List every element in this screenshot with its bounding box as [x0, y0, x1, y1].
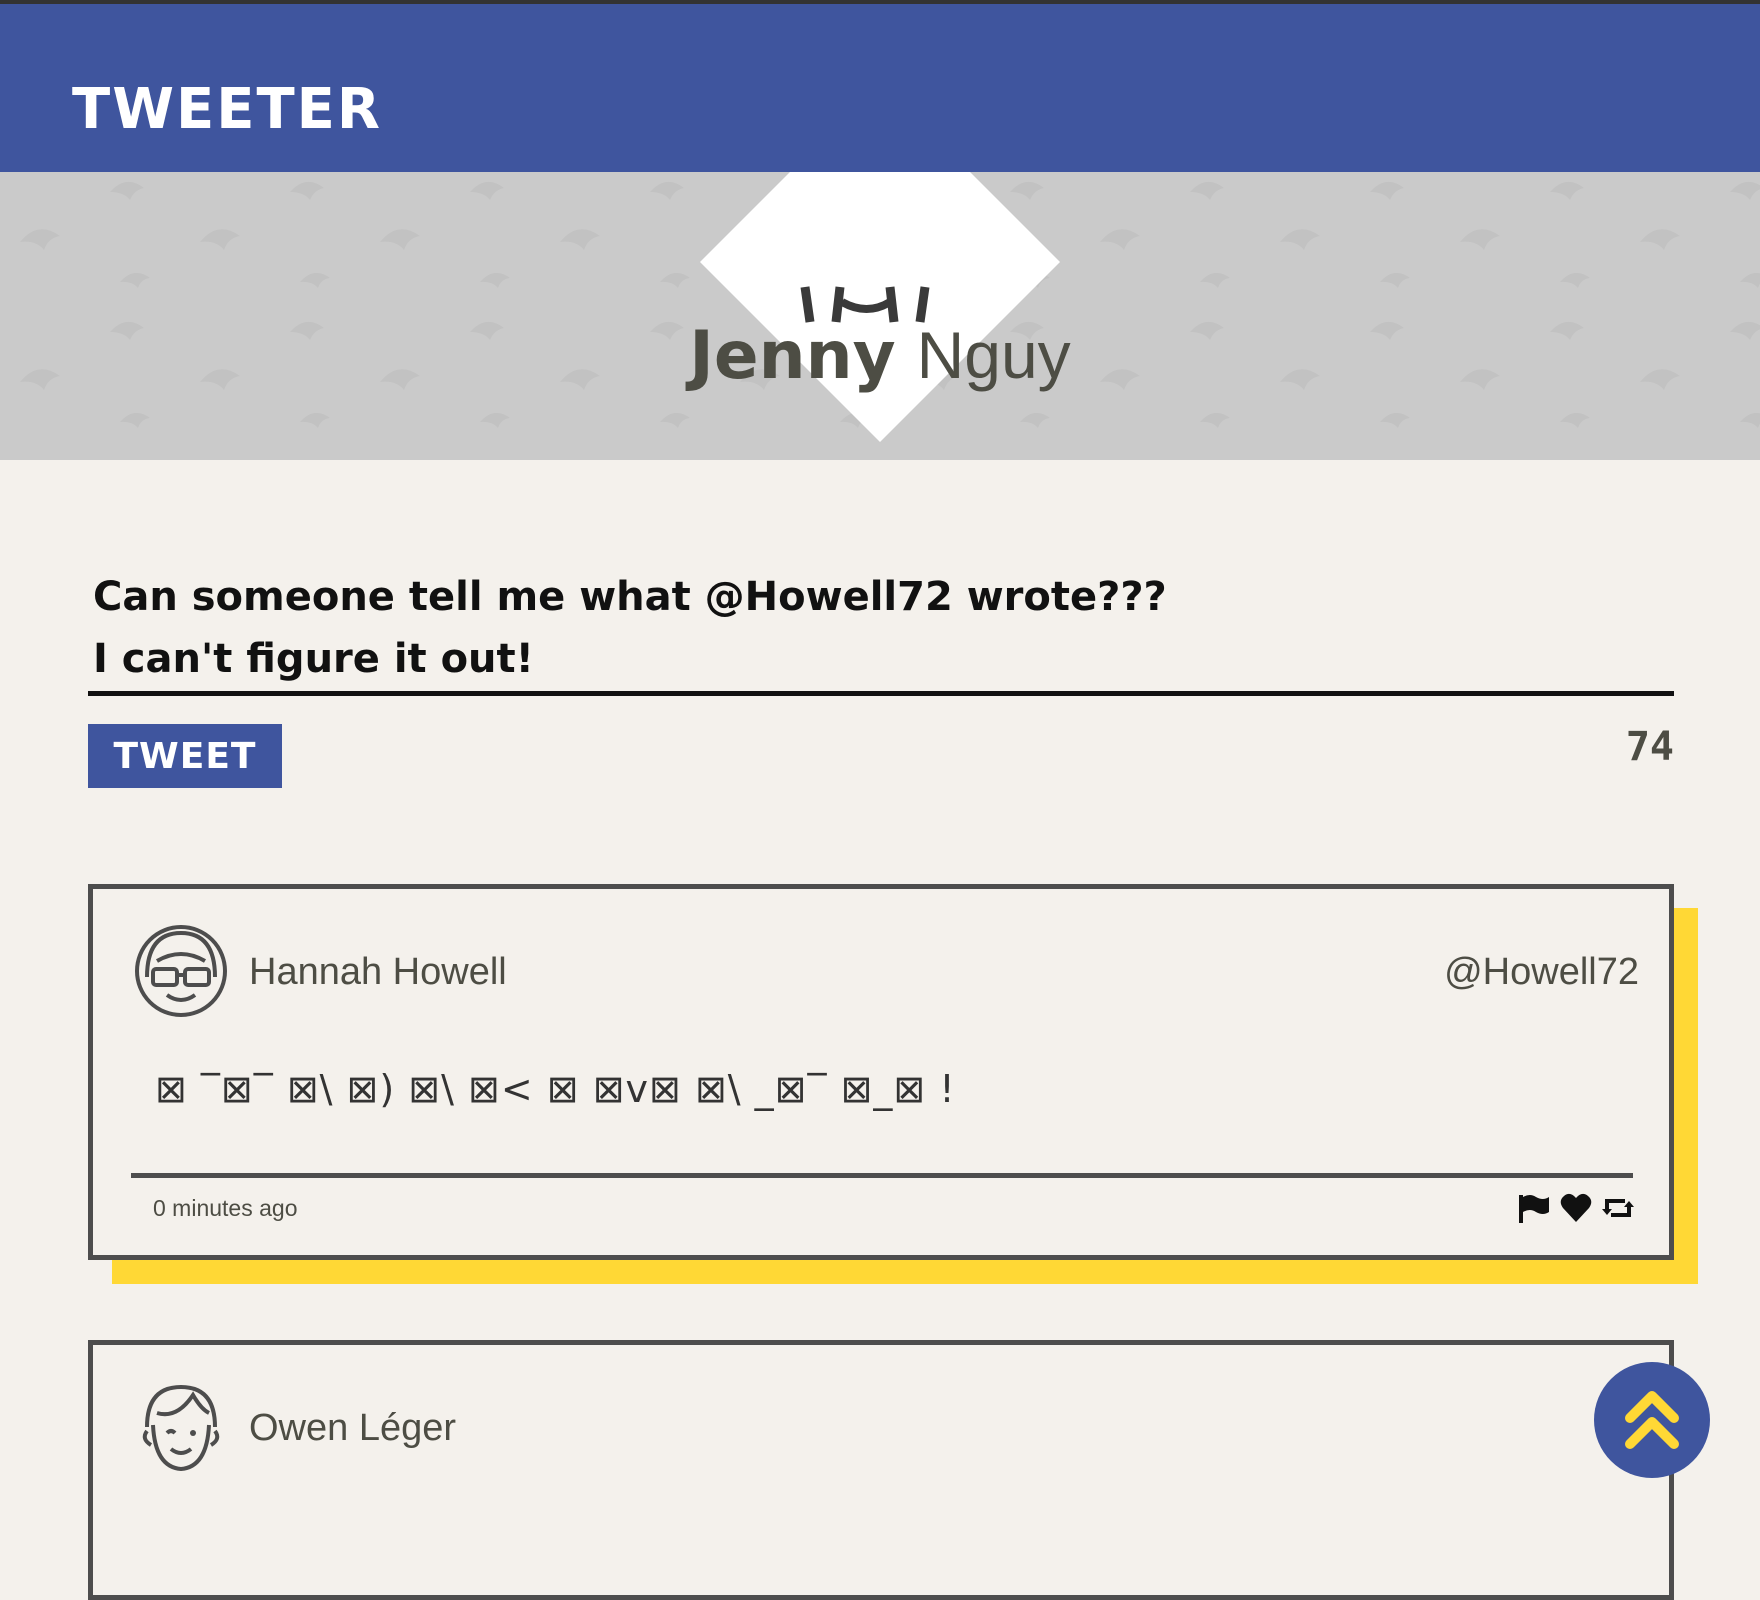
retweet-icon[interactable]: [1601, 1191, 1635, 1225]
heart-icon[interactable]: [1559, 1191, 1593, 1225]
tweet-body: ⊠ ‾⊠‾ ⊠\ ⊠) ⊠\ ⊠< ⊠ ⊠v⊠ ⊠\ _⊠‾ ⊠_⊠ !: [155, 1067, 956, 1111]
profile-first-name: Jenny: [689, 317, 896, 394]
tweet-compose-input[interactable]: Can someone tell me what @Howell72 wrote…: [88, 566, 1674, 696]
flag-icon[interactable]: [1517, 1191, 1551, 1225]
tweet-card: Hannah Howell @Howell72 ⊠ ‾⊠‾ ⊠\ ⊠) ⊠\ ⊠…: [88, 884, 1674, 1260]
tweet-button[interactable]: TWEET: [88, 724, 282, 788]
scroll-to-top-button[interactable]: [1594, 1362, 1710, 1478]
tweet-author-name: Hannah Howell: [249, 951, 507, 993]
user-avatar-icon: [135, 925, 227, 1017]
profile-banner: Jenny Nguy: [0, 172, 1760, 460]
tweet-card: Owen Léger: [88, 1340, 1674, 1600]
tweet-divider: [131, 1173, 1633, 1178]
double-chevron-up-icon: [1625, 1391, 1679, 1449]
tweet-author-handle[interactable]: @Howell72: [1444, 951, 1639, 994]
character-counter: 74: [1625, 724, 1674, 770]
profile-last-name: Nguy: [916, 318, 1071, 392]
profile-name: Jenny Nguy: [0, 322, 1760, 389]
tweet-author-name: Owen Léger: [249, 1407, 457, 1449]
tweet-timestamp: 0 minutes ago: [153, 1195, 298, 1221]
user-avatar-icon: [142, 1384, 220, 1472]
brand-logo[interactable]: TWEETER: [72, 82, 382, 138]
profile-avatar-icon: [700, 172, 1060, 442]
navbar: TWEETER: [0, 4, 1760, 172]
tweet-actions: [1517, 1191, 1635, 1225]
